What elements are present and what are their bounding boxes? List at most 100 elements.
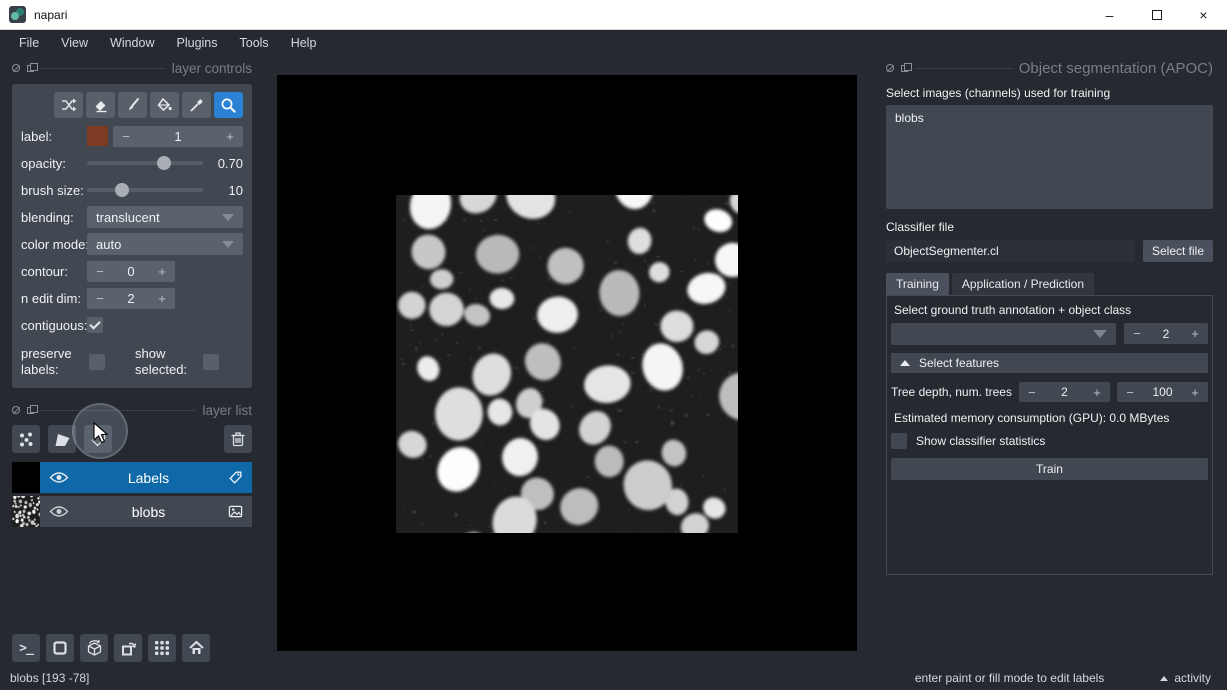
grid-icon xyxy=(154,640,170,656)
shuffle-colors-button[interactable] xyxy=(54,92,83,118)
layer-list-title: layer list xyxy=(202,403,252,418)
menu-file[interactable]: File xyxy=(8,32,50,54)
menu-view[interactable]: View xyxy=(50,32,99,54)
n-edit-dim-increment-button[interactable]: + xyxy=(149,291,175,306)
window-title: napari xyxy=(34,8,67,22)
tab-application-prediction[interactable]: Application / Prediction xyxy=(952,273,1094,295)
color-picker-button[interactable] xyxy=(182,92,211,118)
fill-button[interactable] xyxy=(150,92,179,118)
select-file-button[interactable]: Select file xyxy=(1143,240,1213,262)
preserve-labels-checkbox[interactable] xyxy=(89,354,105,370)
num-trees-value[interactable]: 100 xyxy=(1143,385,1182,399)
object-class-increment-button[interactable]: + xyxy=(1182,326,1208,341)
plugin-tabs: Training Application / Prediction xyxy=(886,273,1213,295)
num-trees-decrement-button[interactable]: − xyxy=(1117,385,1143,400)
dock-float-icon[interactable] xyxy=(901,65,908,72)
zoom-button[interactable] xyxy=(214,92,243,118)
label-color-swatch[interactable] xyxy=(87,126,108,146)
new-shapes-layer-button[interactable] xyxy=(48,425,76,453)
shapes-icon xyxy=(54,431,71,448)
status-bar: blobs [193 -78] enter paint or fill mode… xyxy=(0,666,1227,690)
contour-increment-button[interactable]: + xyxy=(149,264,175,279)
paint-button[interactable] xyxy=(118,92,147,118)
chevron-down-icon xyxy=(222,214,234,221)
tree-depth-decrement-button[interactable]: − xyxy=(1019,385,1045,400)
blending-value: translucent xyxy=(96,210,160,225)
points-icon xyxy=(18,431,35,448)
train-button[interactable]: Train xyxy=(891,458,1208,480)
divider xyxy=(41,68,165,69)
eye-visible-icon[interactable] xyxy=(49,505,69,518)
label-value[interactable]: 1 xyxy=(139,129,217,144)
layer-row-blobs[interactable]: blobs xyxy=(12,496,252,527)
blending-dropdown[interactable]: translucent xyxy=(87,206,243,228)
console-button[interactable]: >_ xyxy=(12,634,40,662)
contiguous-label: contiguous: xyxy=(21,318,87,333)
show-classifier-statistics-checkbox[interactable] xyxy=(891,433,907,449)
plugin-header: Object segmentation (APOC) xyxy=(886,59,1213,77)
label-increment-button[interactable]: + xyxy=(217,129,243,144)
layer-row-labels[interactable]: Labels xyxy=(12,462,252,493)
menu-tools[interactable]: Tools xyxy=(229,32,280,54)
select-features-toggle[interactable]: Select features xyxy=(891,353,1208,373)
slider-handle[interactable] xyxy=(115,183,129,197)
dock-float-icon[interactable] xyxy=(27,65,34,72)
menu-help[interactable]: Help xyxy=(280,32,328,54)
n-edit-dim-row: n edit dim: − 2 + xyxy=(21,287,243,309)
new-points-layer-button[interactable] xyxy=(12,425,40,453)
contiguous-checkbox[interactable] xyxy=(87,317,103,333)
erase-button[interactable] xyxy=(86,92,115,118)
tab-training[interactable]: Training xyxy=(886,273,949,295)
num-trees-increment-button[interactable]: + xyxy=(1182,385,1208,400)
maximize-button[interactable] xyxy=(1133,0,1180,29)
viewer-canvas[interactable] xyxy=(277,75,857,651)
dock-float-icon[interactable] xyxy=(27,407,34,414)
brush-size-label: brush size: xyxy=(21,183,87,198)
n-edit-dim-value[interactable]: 2 xyxy=(113,291,149,306)
contour-row: contour: − 0 + xyxy=(21,260,243,282)
tree-depth-row: Tree depth, num. trees − 2 + − 100 + xyxy=(891,382,1208,402)
contour-decrement-button[interactable]: − xyxy=(87,264,113,279)
object-class-decrement-button[interactable]: − xyxy=(1124,326,1150,341)
delete-layer-button[interactable] xyxy=(224,425,252,453)
slider-track xyxy=(87,188,203,192)
brush-icon xyxy=(125,97,141,113)
eye-visible-icon[interactable] xyxy=(49,471,69,484)
close-button[interactable]: × xyxy=(1180,0,1227,29)
contour-value[interactable]: 0 xyxy=(113,264,149,279)
chevron-down-icon xyxy=(1093,330,1107,338)
dock-hide-icon[interactable] xyxy=(12,64,20,72)
dock-hide-icon[interactable] xyxy=(12,406,20,414)
toggle-2d-3d-button[interactable] xyxy=(46,634,74,662)
transpose-dimensions-button[interactable] xyxy=(114,634,142,662)
grid-view-button[interactable] xyxy=(148,634,176,662)
home-button[interactable] xyxy=(182,634,210,662)
new-labels-layer-button[interactable] xyxy=(84,425,112,453)
color-mode-dropdown[interactable]: auto xyxy=(87,233,243,255)
object-class-value[interactable]: 2 xyxy=(1150,327,1182,341)
rotate-3d-button[interactable] xyxy=(80,634,108,662)
blobs-image xyxy=(396,195,738,533)
menu-window[interactable]: Window xyxy=(99,32,165,54)
tree-depth-increment-button[interactable]: + xyxy=(1084,385,1110,400)
select-features-label: Select features xyxy=(919,356,999,370)
tree-depth-value[interactable]: 2 xyxy=(1045,385,1084,399)
dock-hide-icon[interactable] xyxy=(886,64,894,72)
label-decrement-button[interactable]: − xyxy=(113,129,139,144)
slider-handle[interactable] xyxy=(157,156,171,170)
color-mode-value: auto xyxy=(96,237,121,252)
show-selected-checkbox[interactable] xyxy=(203,354,219,370)
opacity-slider[interactable] xyxy=(87,153,203,173)
classifier-file-input[interactable] xyxy=(886,240,1135,262)
list-item[interactable]: blobs xyxy=(895,111,1204,125)
menu-plugins[interactable]: Plugins xyxy=(166,32,229,54)
n-edit-dim-spinbox: − 2 + xyxy=(87,288,175,309)
training-images-listbox: blobs xyxy=(886,105,1213,209)
ground-truth-dropdown[interactable] xyxy=(891,323,1116,345)
activity-toggle[interactable]: activity xyxy=(1160,671,1211,685)
ground-truth-row: − 2 + xyxy=(891,323,1208,345)
minimize-button[interactable]: – xyxy=(1086,0,1133,29)
layer-list: Labels blobs xyxy=(12,462,252,527)
brush-size-slider[interactable] xyxy=(87,180,203,200)
n-edit-dim-decrement-button[interactable]: − xyxy=(87,291,113,306)
